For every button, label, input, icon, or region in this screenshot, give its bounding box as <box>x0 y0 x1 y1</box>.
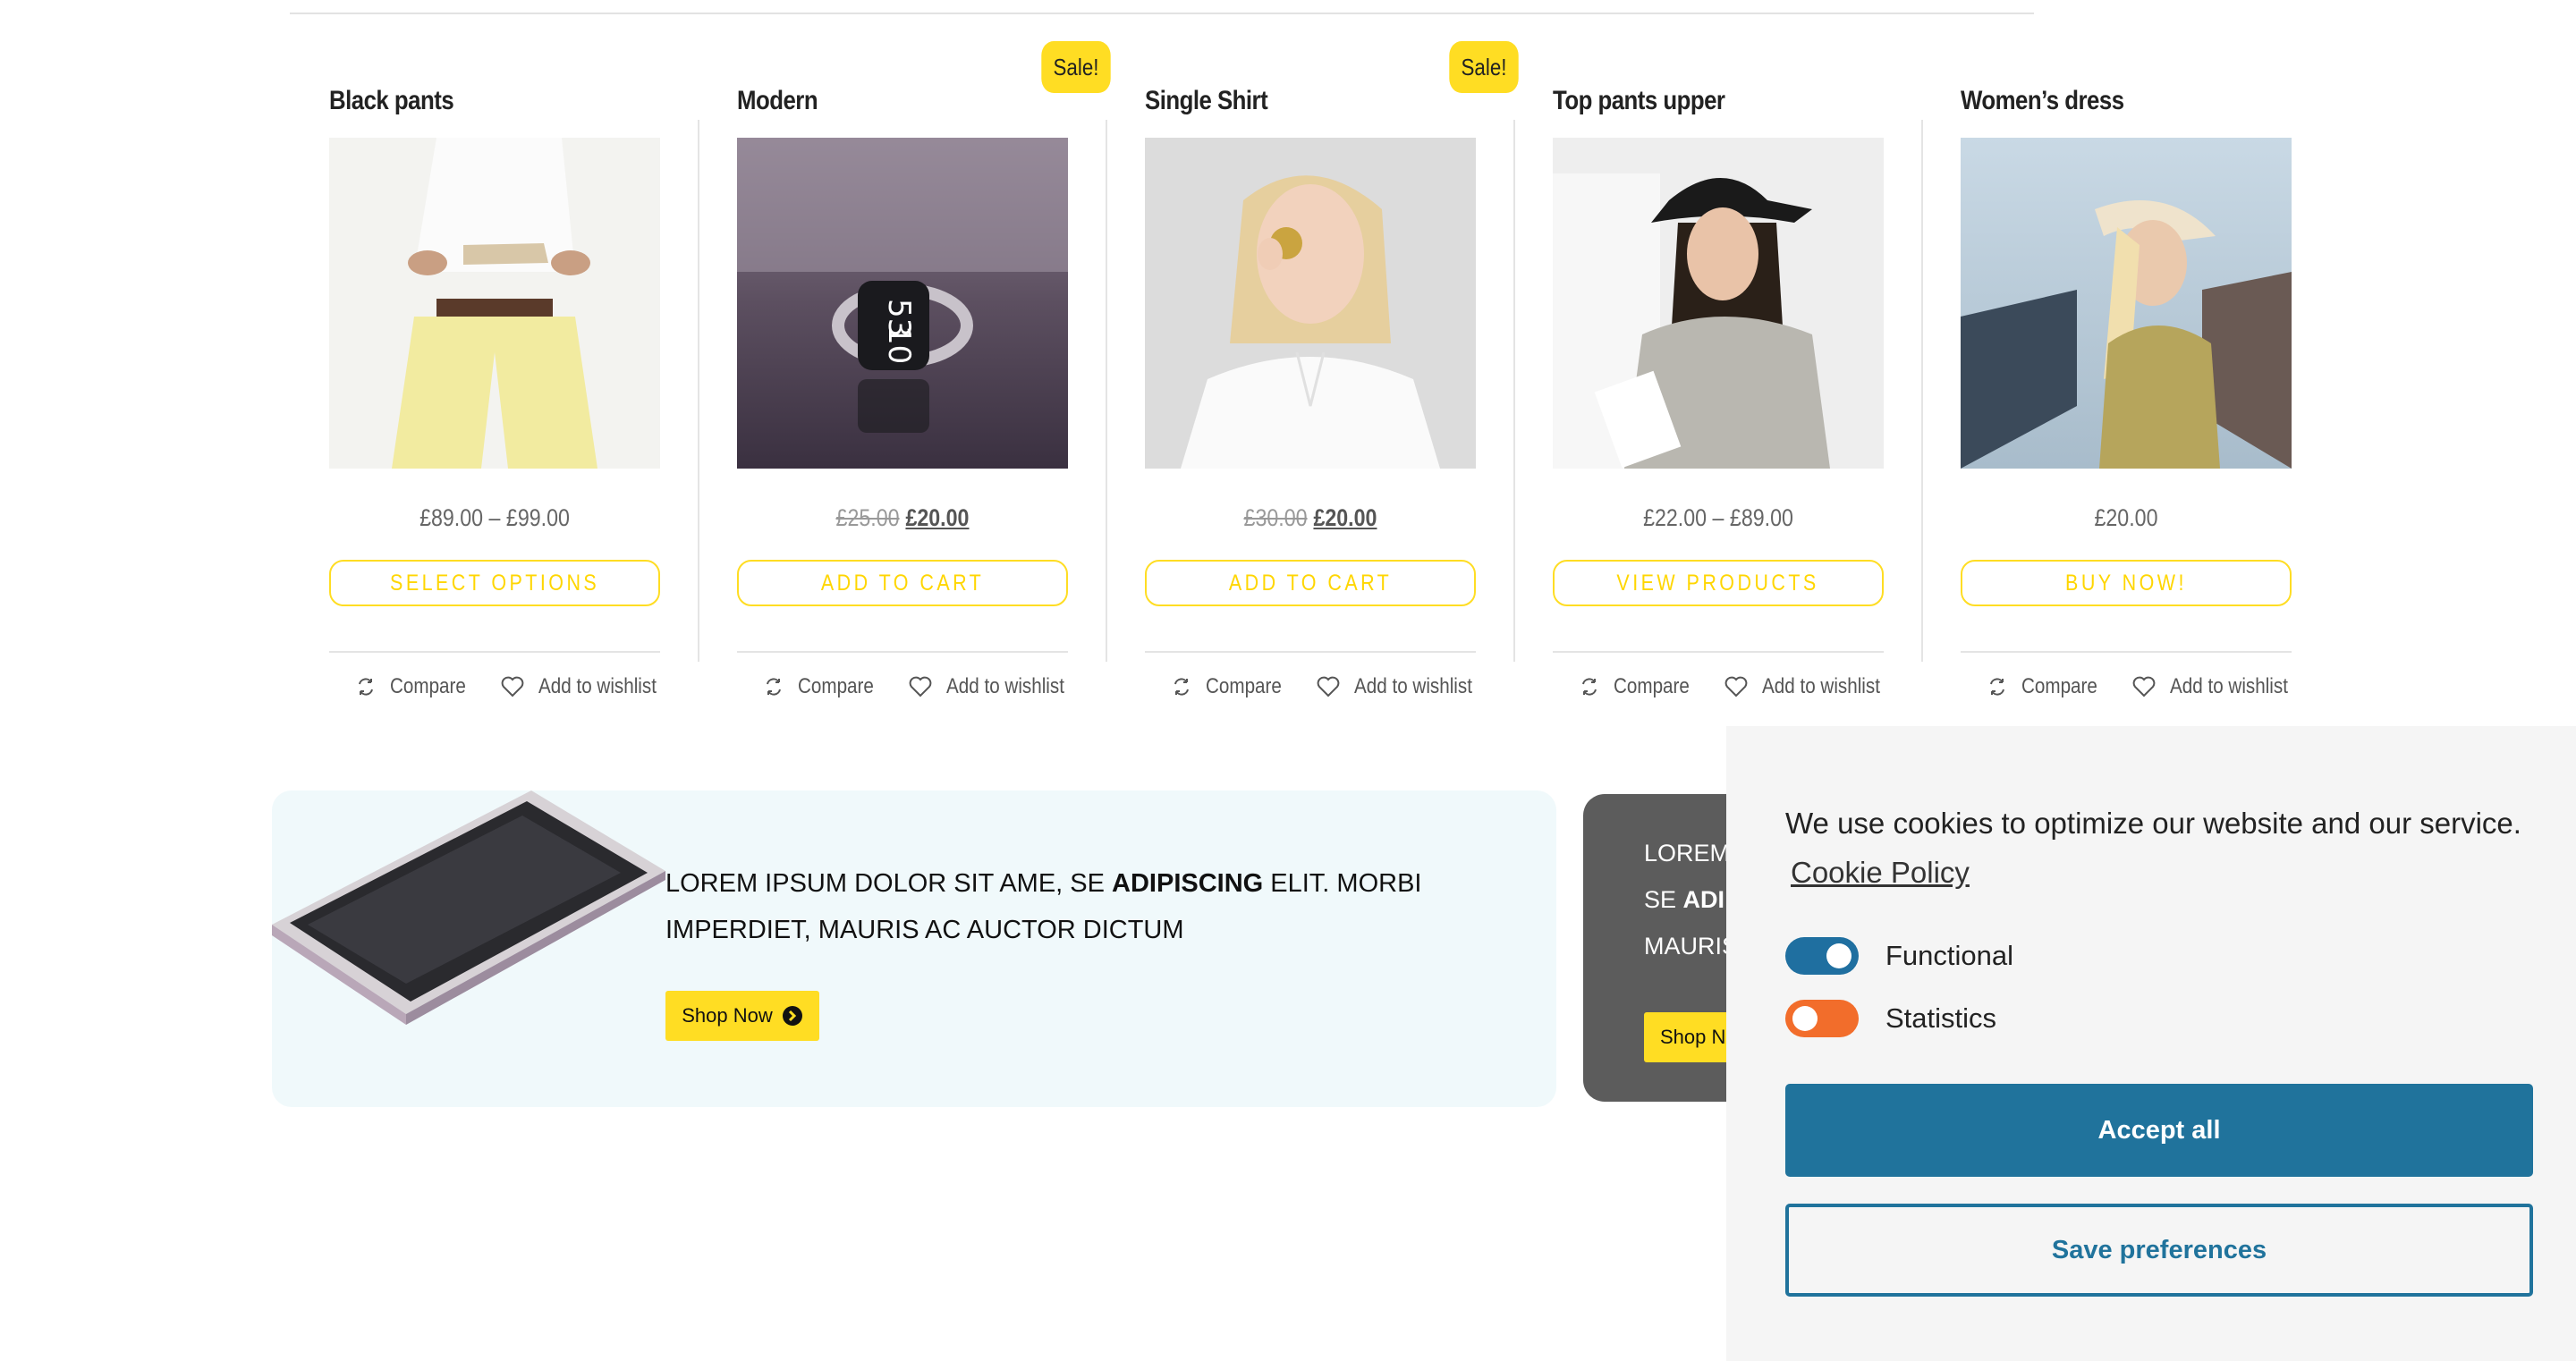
heart-icon <box>1724 676 1748 697</box>
product-price: £25.00 £20.00 <box>835 504 970 531</box>
compare-button[interactable]: Compare <box>1580 674 1702 699</box>
product-card-womens-dress: Women’s dress £20.00 BUY NOW! Compare Ad… <box>1961 86 2292 712</box>
product-card-top-pants-upper: Top pants upper £22.00 – £89.00 VIEW PRO… <box>1553 86 1884 712</box>
row-divider <box>1145 651 1476 653</box>
product-actions: Compare Add to wishlist <box>1580 674 1902 706</box>
product-image-black-pants[interactable] <box>329 138 660 469</box>
shop-now-button[interactable]: Shop Now <box>665 991 819 1041</box>
heart-icon <box>1317 676 1340 697</box>
product-card-black-pants: Black pants £89.00 – £99.00 SELECT OPTIO… <box>329 86 660 712</box>
product-image-top-pants-upper[interactable] <box>1553 138 1884 469</box>
product-card-single-shirt: Sale! Single Shirt £30.00 £20.00 ADD TO C… <box>1145 41 1519 712</box>
column-divider <box>1921 120 1923 662</box>
statistics-toggle-row: Statistics <box>1785 1000 1996 1037</box>
compare-button[interactable]: Compare <box>1172 674 1294 699</box>
cookie-message: We use cookies to optimize our website a… <box>1785 807 2521 840</box>
row-divider <box>1961 651 2292 653</box>
product-title[interactable]: Top pants upper <box>1553 86 1725 116</box>
product-title[interactable]: Women’s dress <box>1961 86 2124 116</box>
functional-toggle[interactable] <box>1785 937 1859 975</box>
toggle-knob <box>1826 943 1852 968</box>
add-to-wishlist-button[interactable]: Add to wishlist <box>1317 674 1491 699</box>
product-price: £30.00 £20.00 <box>1243 504 1377 531</box>
column-divider <box>1513 120 1515 662</box>
page: Black pants £89.00 – £99.00 SELECT OPTIO… <box>0 0 2576 1361</box>
row-divider <box>1553 651 1884 653</box>
product-actions: Compare Add to wishlist <box>1172 674 1494 706</box>
column-divider <box>698 120 699 662</box>
add-to-cart-button[interactable]: ADD TO CART <box>737 560 1068 606</box>
column-divider <box>1106 120 1107 662</box>
heart-icon <box>501 676 524 697</box>
product-price: £22.00 – £89.00 <box>1643 504 1793 531</box>
add-to-wishlist-button[interactable]: Add to wishlist <box>2132 674 2307 699</box>
functional-toggle-row: Functional <box>1785 937 2013 975</box>
product-price: £89.00 – £99.00 <box>419 504 570 531</box>
compare-button[interactable]: Compare <box>356 674 479 699</box>
laptop-image <box>272 790 665 1025</box>
compare-button[interactable]: Compare <box>1987 674 2110 699</box>
top-divider <box>290 13 2034 14</box>
statistics-toggle[interactable] <box>1785 1000 1859 1037</box>
save-preferences-button[interactable]: Save preferences <box>1785 1204 2533 1297</box>
product-image-modern[interactable]: 10 53 <box>737 138 1068 469</box>
product-actions: Compare Add to wishlist <box>1987 674 2309 706</box>
row-divider <box>737 651 1068 653</box>
heart-icon <box>2132 676 2156 697</box>
promo-banner-laptop: LOREM IPSUM DOLOR SIT AME, SE ADIPISCING… <box>272 790 1556 1107</box>
add-to-cart-button[interactable]: ADD TO CART <box>1145 560 1476 606</box>
select-options-button[interactable]: SELECT OPTIONS <box>329 560 660 606</box>
compare-icon <box>1582 678 1597 696</box>
product-title[interactable]: Black pants <box>329 86 454 116</box>
row-divider <box>329 651 660 653</box>
heart-icon <box>909 676 932 697</box>
compare-button[interactable]: Compare <box>764 674 886 699</box>
compare-icon <box>1990 678 2004 696</box>
add-to-wishlist-button[interactable]: Add to wishlist <box>1724 674 1899 699</box>
view-products-button[interactable]: VIEW PRODUCTS <box>1553 560 1884 606</box>
add-to-wishlist-button[interactable]: Add to wishlist <box>501 674 675 699</box>
product-price: £20.00 <box>2094 504 2158 531</box>
cookie-policy-link[interactable]: Cookie Policy <box>1791 856 1970 890</box>
product-title[interactable]: Single Shirt <box>1145 86 1268 116</box>
product-image-single-shirt[interactable] <box>1145 138 1476 469</box>
accept-all-button[interactable]: Accept all <box>1785 1084 2533 1177</box>
product-card-modern: Sale! Modern 10 53 £25.00 £20.00 ADD TO … <box>737 41 1111 712</box>
svg-text:53: 53 <box>881 299 917 337</box>
compare-icon <box>1174 678 1189 696</box>
sale-badge: Sale! <box>1041 41 1111 93</box>
product-actions: Compare Add to wishlist <box>764 674 1086 706</box>
product-actions: Compare Add to wishlist <box>356 674 678 706</box>
cookie-consent-panel: We use cookies to optimize our website a… <box>1726 726 2576 1361</box>
sale-badge: Sale! <box>1449 41 1519 93</box>
buy-now-button[interactable]: BUY NOW! <box>1961 560 2292 606</box>
product-image-womens-dress[interactable] <box>1961 138 2292 469</box>
compare-icon <box>359 678 373 696</box>
banner-text: LOREM IPSUM DOLOR SIT AME, SE ADIPISCING… <box>665 869 1422 944</box>
functional-label: Functional <box>1885 940 2014 971</box>
statistics-label: Statistics <box>1885 1002 1997 1034</box>
add-to-wishlist-button[interactable]: Add to wishlist <box>909 674 1083 699</box>
arrow-circle-icon <box>782 1006 802 1026</box>
compare-icon <box>767 678 781 696</box>
product-title[interactable]: Modern <box>737 86 818 116</box>
toggle-knob <box>1792 1006 1818 1031</box>
